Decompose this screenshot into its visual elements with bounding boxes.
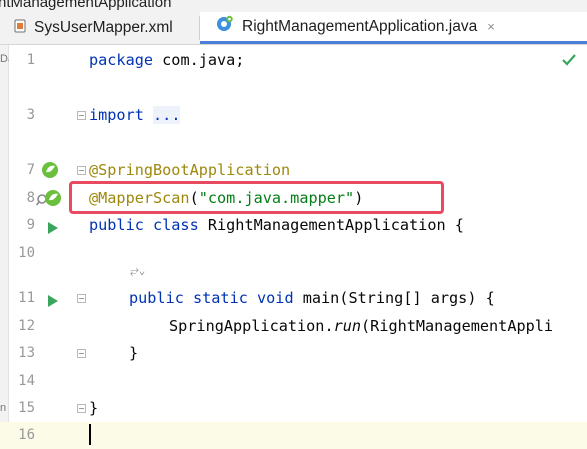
spring-bean-icon[interactable] bbox=[41, 161, 59, 183]
fold-toggle-icon[interactable] bbox=[77, 349, 86, 358]
tab-label: SysUserMapper.xml bbox=[34, 19, 173, 36]
close-tab-icon[interactable]: × bbox=[487, 19, 495, 34]
tab-sysusermapper-xml[interactable]: SysUserMapper.xml bbox=[0, 12, 200, 44]
code-line-15: 15 } bbox=[0, 395, 587, 422]
check-icon[interactable] bbox=[561, 52, 577, 71]
line-number: 1 bbox=[26, 52, 35, 68]
line-number: 9 bbox=[26, 217, 35, 233]
xml-file-icon bbox=[14, 19, 26, 38]
fold-toggle-icon[interactable] bbox=[77, 111, 86, 120]
code-token: main(String[] args) { bbox=[293, 289, 495, 307]
tab-rightmanagementapplication-java[interactable]: RightManagementApplication.java × bbox=[200, 12, 587, 44]
fold-toggle-icon[interactable] bbox=[77, 166, 86, 175]
code-token: public static void bbox=[129, 289, 294, 307]
editor-tab-bar: SysUserMapper.xml RightManagementApplica… bbox=[0, 12, 587, 45]
code-line-3: 3 import ... bbox=[0, 102, 587, 129]
code-line-7: 7 @SpringBootApplication bbox=[0, 157, 587, 184]
run-icon[interactable] bbox=[47, 219, 59, 238]
line-number: 15 bbox=[18, 400, 35, 416]
inlay-hint[interactable]: ⥂⌄ bbox=[130, 264, 145, 278]
window-title: ntManagementApplication bbox=[0, 0, 172, 11]
code-line-9: 9 public class RightManagementApplicatio… bbox=[0, 212, 587, 239]
window-title-strip: ntManagementApplication bbox=[0, 0, 587, 12]
code-line-1: 1 package com.java; bbox=[0, 47, 587, 74]
spring-search-icon[interactable] bbox=[35, 189, 62, 211]
tab-label: RightManagementApplication.java bbox=[242, 17, 478, 35]
line-number: 14 bbox=[18, 373, 35, 389]
line-number: 10 bbox=[18, 245, 35, 261]
line-number: 13 bbox=[18, 345, 35, 361]
run-icon[interactable] bbox=[47, 292, 59, 311]
code-token: } bbox=[129, 344, 139, 362]
code-line-13: 13 } bbox=[0, 340, 587, 367]
code-line-14: 14 bbox=[0, 368, 587, 395]
text-cursor bbox=[89, 424, 91, 445]
line-number: 8 bbox=[26, 190, 35, 206]
code-token: com.java; bbox=[153, 51, 245, 69]
code-line-10: 10 bbox=[0, 240, 587, 267]
line-number: 3 bbox=[26, 107, 35, 123]
code-token: package bbox=[89, 51, 154, 69]
highlight-box bbox=[69, 181, 444, 214]
fold-toggle-icon[interactable] bbox=[77, 294, 86, 303]
code-token: SpringApplication. bbox=[169, 317, 334, 335]
code-token: @SpringBootApplication bbox=[89, 161, 291, 179]
folded-imports[interactable]: ... bbox=[153, 106, 181, 124]
code-token: RightManagementApplication { bbox=[198, 216, 464, 234]
spring-class-icon bbox=[216, 15, 234, 38]
code-token: import bbox=[89, 106, 144, 124]
line-number: 12 bbox=[18, 318, 35, 334]
code-token: public class bbox=[89, 216, 199, 234]
code-line-11: 11 public static void main(String[] args… bbox=[0, 285, 587, 312]
code-line-12: 12 SpringApplication.run(RightManagement… bbox=[0, 313, 587, 340]
code-token: (RightManagementAppli bbox=[361, 317, 554, 335]
code-token: } bbox=[89, 399, 99, 417]
line-number: 7 bbox=[26, 162, 35, 178]
line-number: 11 bbox=[18, 290, 35, 306]
line-number: 16 bbox=[18, 427, 35, 443]
code-token: run bbox=[333, 317, 362, 335]
fold-toggle-icon[interactable] bbox=[77, 404, 86, 413]
